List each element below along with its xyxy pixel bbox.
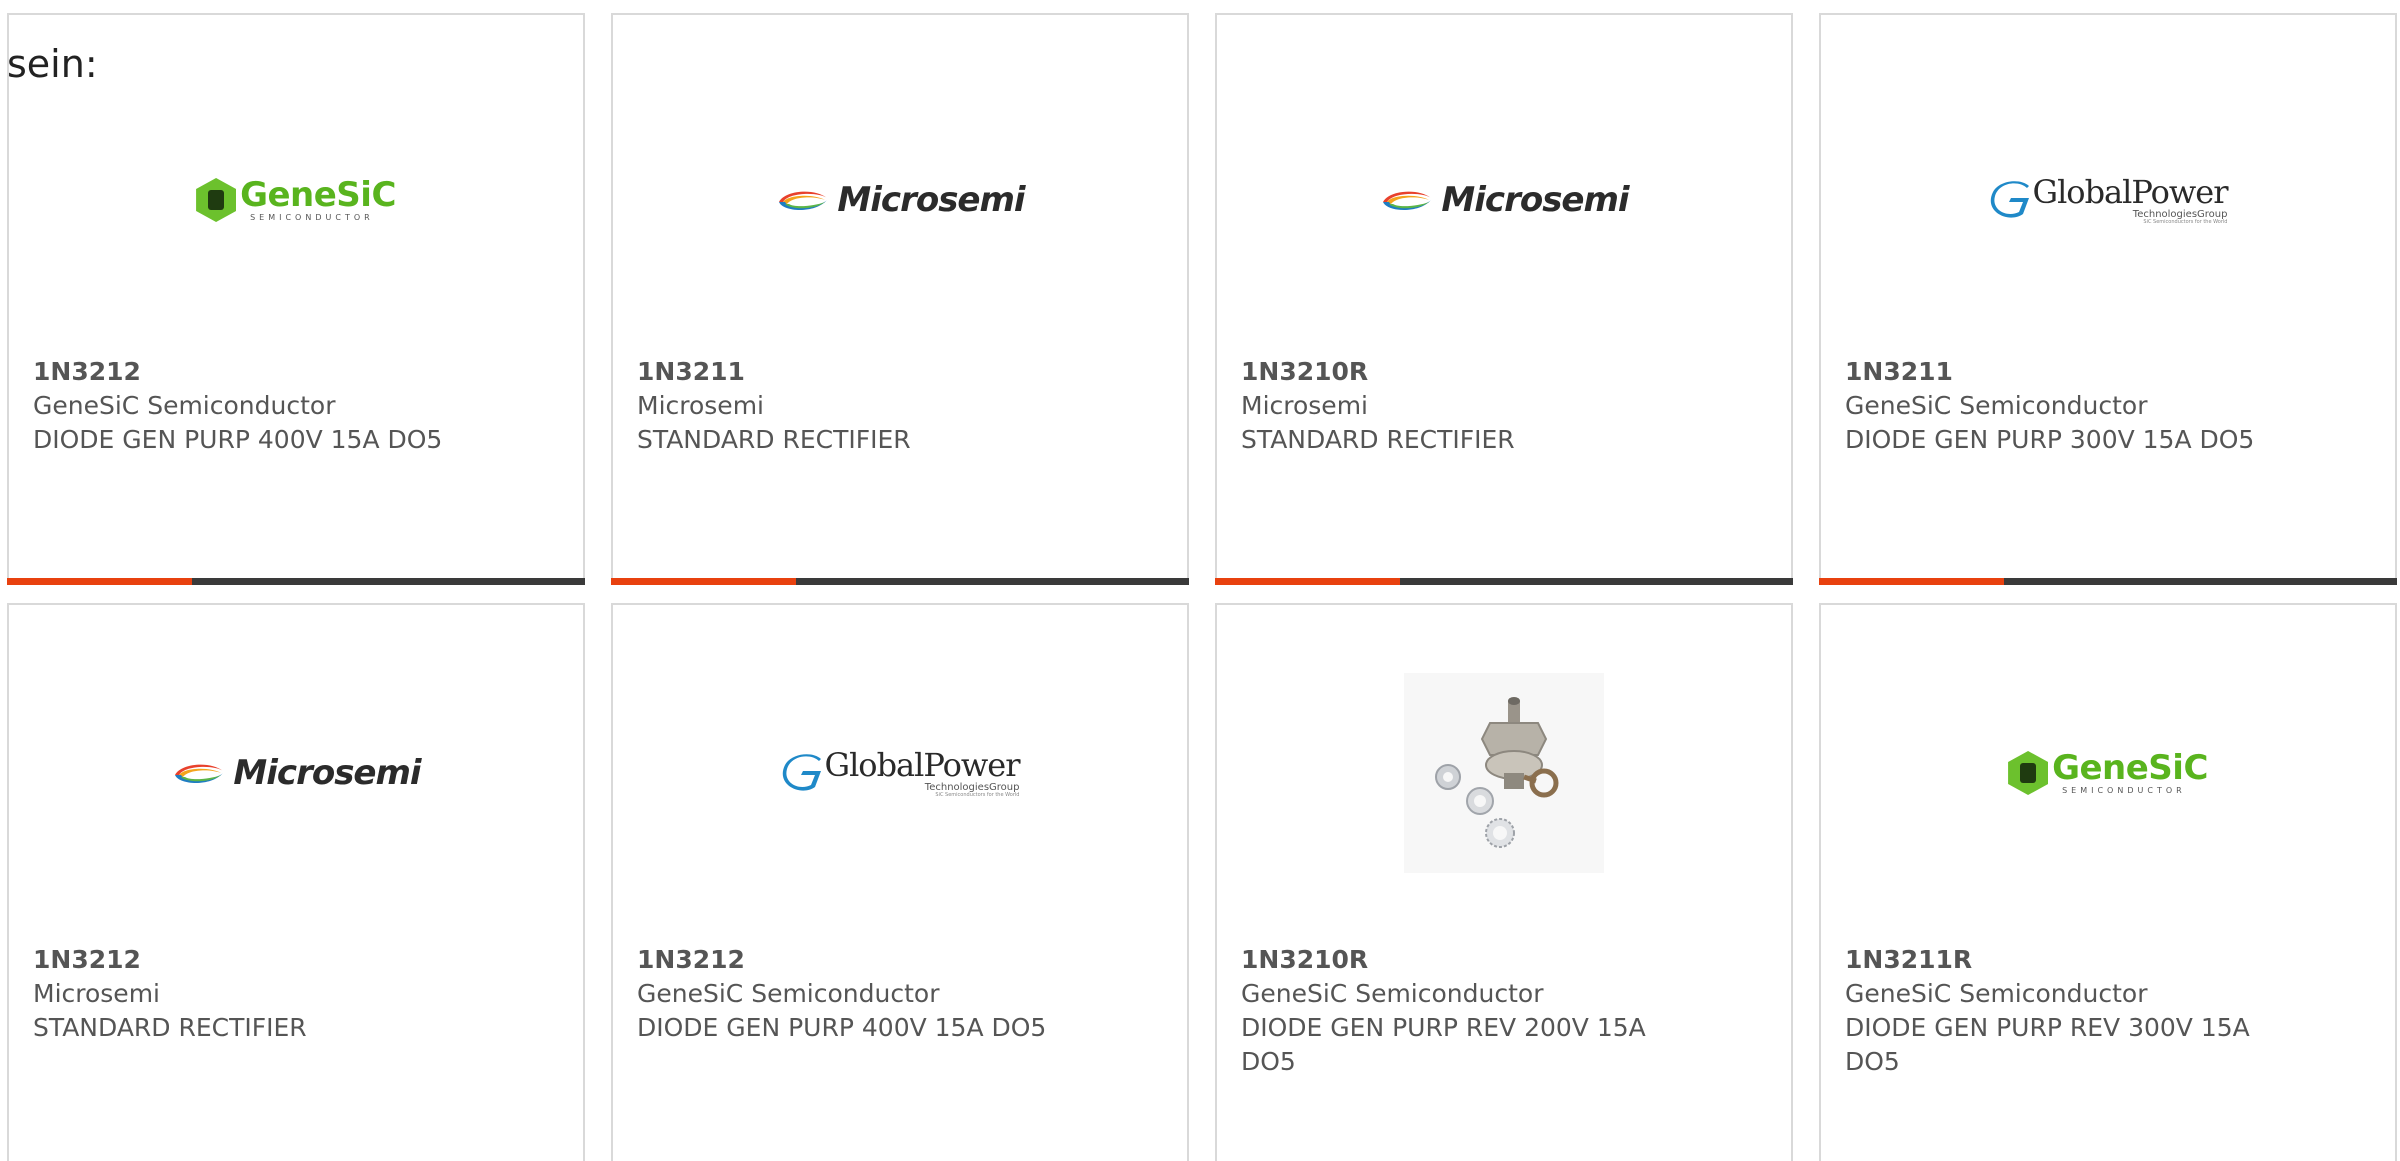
microsemi-logo: Microsemi — [775, 180, 1026, 220]
product-card[interactable]: GlobalPower TechnologiesGroup SiC Semico… — [611, 603, 1189, 1161]
manufacturer-logo: GlobalPower TechnologiesGroup SiC Semico… — [1821, 125, 2395, 275]
manufacturer-name: GeneSiC Semiconductor — [637, 979, 940, 1008]
microsemi-logo: Microsemi — [1379, 180, 1630, 220]
manufacturer-logo: GeneSiC SEMICONDUCTOR — [1821, 673, 2395, 873]
microsemi-swirl-icon — [175, 764, 224, 783]
part-number[interactable]: 1N3211 — [637, 355, 1163, 389]
manufacturer-name: GeneSiC Semiconductor — [33, 391, 336, 420]
product-description: STANDARD RECTIFIER — [33, 1013, 307, 1042]
logo-text: Microsemi — [837, 180, 1025, 220]
progress-fill — [1215, 578, 1400, 585]
product-description: DIODE GEN PURP 400V 15A DO5 — [637, 1013, 1047, 1042]
progress-fill — [7, 578, 192, 585]
product-card[interactable]: Microsemi 1N3212 Microsemi STANDARD RECT… — [7, 603, 585, 1161]
part-number[interactable]: 1N3212 — [637, 943, 1163, 977]
progress-fill — [1819, 578, 2004, 585]
product-description: DIODE GEN PURP 300V 15A DO5 — [1845, 425, 2255, 454]
logo-text: GlobalPower — [824, 745, 1021, 784]
logo-text: Microsemi — [1441, 180, 1629, 220]
progress-bar — [1215, 578, 1793, 585]
manufacturer-logo: GeneSiC SEMICONDUCTOR — [9, 125, 583, 275]
genesic-logo: GeneSiC SEMICONDUCTOR — [2008, 751, 2208, 795]
logo-text: Microsemi — [233, 753, 421, 793]
product-description: DIODE GEN PURP 400V 15A DO5 — [33, 425, 443, 454]
product-description: STANDARD RECTIFIER — [637, 425, 911, 454]
logo-subtext: SEMICONDUCTOR — [250, 213, 374, 222]
logo-text: GeneSiC — [2052, 748, 2208, 788]
product-card[interactable]: GlobalPower TechnologiesGroup SiC Semico… — [1819, 13, 2397, 585]
manufacturer-logo: GlobalPower TechnologiesGroup SiC Semico… — [613, 673, 1187, 873]
progress-bar — [1819, 578, 2397, 585]
product-card[interactable]: Microsemi 1N3211 Microsemi STANDARD RECT… — [611, 13, 1189, 585]
manufacturer-logo: Microsemi — [1217, 125, 1791, 275]
manufacturer-name: Microsemi — [637, 391, 764, 420]
logo-tagline: SiC Semiconductors for the World — [2143, 218, 2228, 225]
manufacturer-name: Microsemi — [33, 979, 160, 1008]
product-info: 1N3210R GeneSiC Semiconductor DIODE GEN … — [1241, 943, 1767, 1079]
progress-bar — [611, 578, 1189, 585]
globalpower-g-icon — [782, 754, 821, 791]
product-description: DIODE GEN PURP REV 300V 15A DO5 — [1845, 1013, 2250, 1076]
genesic-hexagon-icon — [2008, 751, 2049, 795]
progress-fill — [611, 578, 796, 585]
product-info: 1N3211 Microsemi STANDARD RECTIFIER — [637, 355, 1163, 457]
manufacturer-name: GeneSiC Semiconductor — [1845, 391, 2148, 420]
part-number[interactable]: 1N3210R — [1241, 355, 1767, 389]
product-info: 1N3212 GeneSiC Semiconductor DIODE GEN P… — [33, 355, 559, 457]
part-number[interactable]: 1N3212 — [33, 943, 559, 977]
globalpower-g-icon — [1990, 181, 2029, 218]
logo-text: GeneSiC — [240, 175, 396, 215]
product-image — [1217, 673, 1791, 873]
product-card[interactable]: GeneSiC SEMICONDUCTOR 1N3212 GeneSiC Sem… — [7, 13, 585, 585]
product-info: 1N3211 GeneSiC Semiconductor DIODE GEN P… — [1845, 355, 2371, 457]
logo-text: GlobalPower — [2032, 172, 2229, 211]
product-grid-page: sein: GeneSiC SEMICONDUCTOR 1N3212 GeneS… — [0, 0, 2400, 1161]
manufacturer-name: GeneSiC Semiconductor — [1241, 979, 1544, 1008]
genesic-logo: GeneSiC SEMICONDUCTOR — [196, 178, 396, 222]
product-description: STANDARD RECTIFIER — [1241, 425, 1515, 454]
logo-subtext: TechnologiesGroup — [2132, 208, 2228, 220]
progress-bar — [7, 578, 585, 585]
logo-subtext: SEMICONDUCTOR — [2062, 786, 2186, 795]
product-card[interactable]: Microsemi 1N3210R Microsemi STANDARD REC… — [1215, 13, 1793, 585]
intro-text: sein: — [7, 42, 98, 86]
microsemi-swirl-icon — [779, 191, 828, 210]
part-number[interactable]: 1N3211R — [1845, 943, 2371, 977]
genesic-hexagon-icon — [196, 178, 237, 222]
product-info: 1N3212 GeneSiC Semiconductor DIODE GEN P… — [637, 943, 1163, 1045]
product-description: DIODE GEN PURP REV 200V 15A DO5 — [1241, 1013, 1646, 1076]
logo-subtext: TechnologiesGroup — [924, 781, 1020, 793]
diode-stud-photo-icon — [1404, 673, 1604, 873]
product-info: 1N3210R Microsemi STANDARD RECTIFIER — [1241, 355, 1767, 457]
globalpower-logo: GlobalPower TechnologiesGroup SiC Semico… — [1989, 176, 2228, 225]
product-info: 1N3211R GeneSiC Semiconductor DIODE GEN … — [1845, 943, 2371, 1079]
product-card[interactable]: GeneSiC SEMICONDUCTOR 1N3211R GeneSiC Se… — [1819, 603, 2397, 1161]
logo-tagline: SiC Semiconductors for the World — [935, 791, 1020, 798]
manufacturer-logo: Microsemi — [613, 125, 1187, 275]
microsemi-swirl-icon — [1383, 191, 1432, 210]
manufacturer-name: Microsemi — [1241, 391, 1368, 420]
manufacturer-name: GeneSiC Semiconductor — [1845, 979, 2148, 1008]
microsemi-logo: Microsemi — [171, 753, 422, 793]
part-number[interactable]: 1N3212 — [33, 355, 559, 389]
part-number[interactable]: 1N3210R — [1241, 943, 1767, 977]
globalpower-logo: GlobalPower TechnologiesGroup SiC Semico… — [781, 749, 1020, 798]
part-number[interactable]: 1N3211 — [1845, 355, 2371, 389]
manufacturer-logo: Microsemi — [9, 673, 583, 873]
product-info: 1N3212 Microsemi STANDARD RECTIFIER — [33, 943, 559, 1045]
product-card[interactable]: 1N3210R GeneSiC Semiconductor DIODE GEN … — [1215, 603, 1793, 1161]
